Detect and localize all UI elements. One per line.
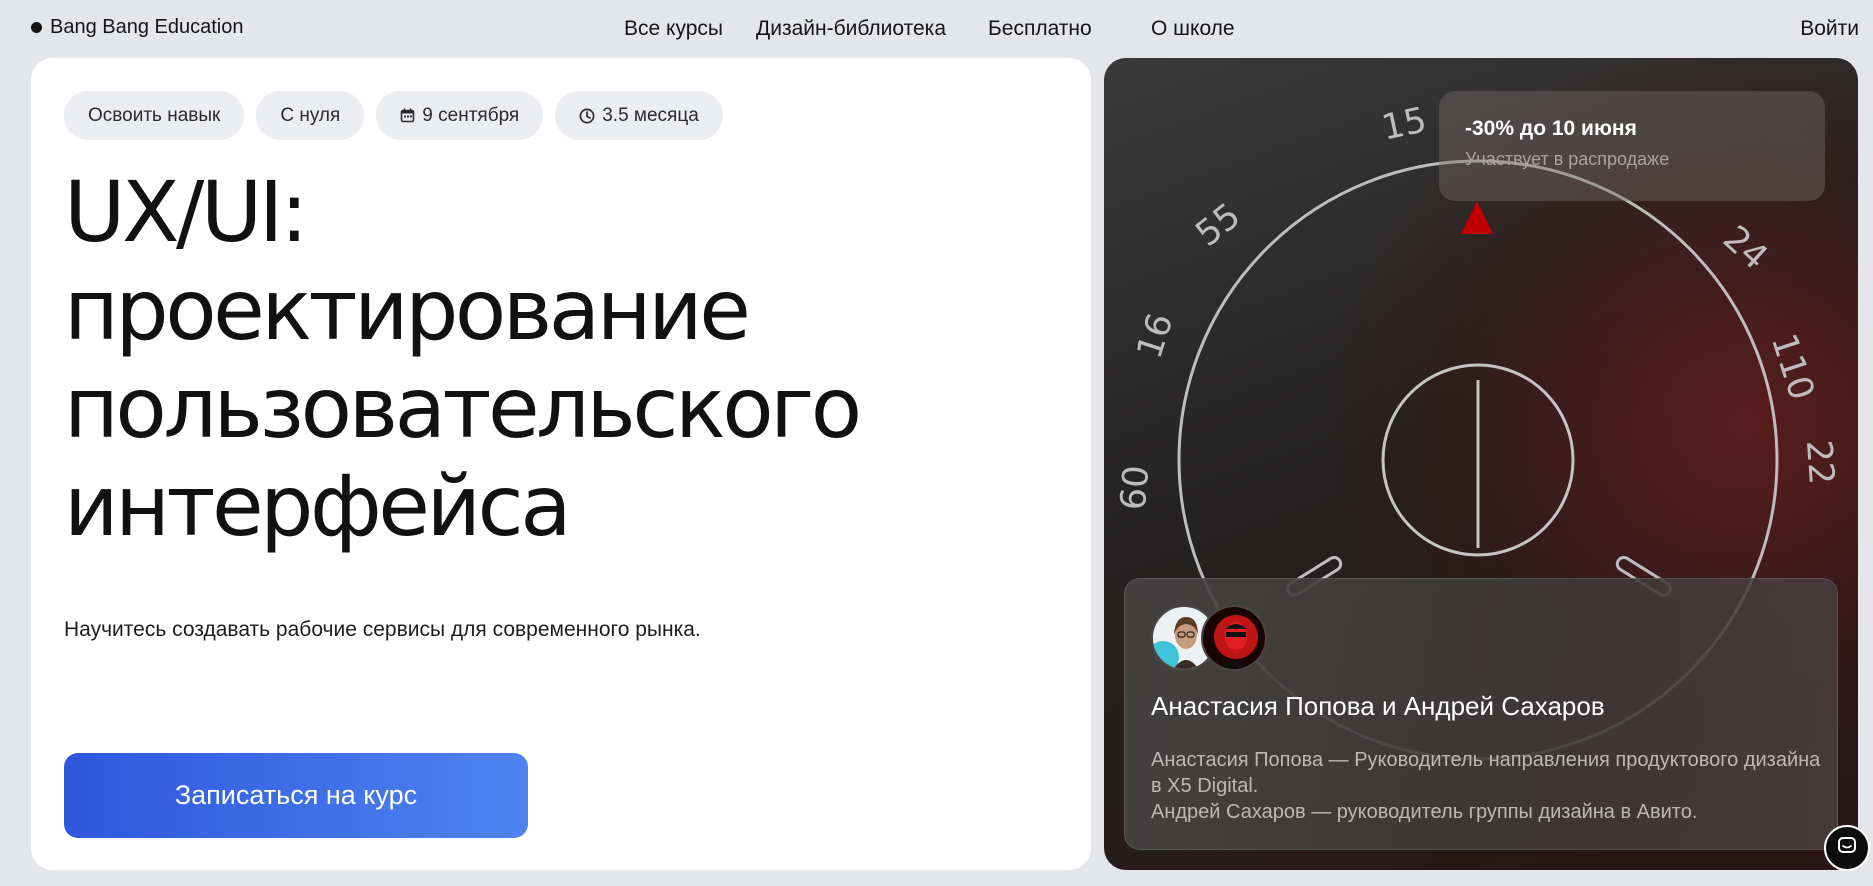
course-title-line: интерфейса — [64, 457, 572, 555]
calendar-icon — [400, 108, 415, 123]
dial-number: 16 — [1130, 309, 1182, 364]
course-title-line: UX/UI: — [64, 163, 308, 261]
author-bio-line: Анастасия Попова — Руководитель направле… — [1151, 749, 1821, 797]
nav-free[interactable]: Бесплатно — [988, 17, 1092, 41]
dial-number: 22 — [1798, 439, 1841, 486]
tag-duration-label: 3.5 месяца — [602, 104, 699, 126]
course-title-line: проектирование — [64, 261, 751, 359]
logo-dot-icon — [31, 22, 42, 33]
dial-number: 24 — [1715, 218, 1775, 278]
dial-marker-triangle — [1461, 201, 1493, 234]
tag-start-date-label: 9 сентября — [422, 104, 520, 126]
nav-design-library[interactable]: Дизайн-библиотека — [756, 17, 946, 41]
dial-number: 55 — [1189, 196, 1249, 255]
tag-level: С нуля — [256, 91, 365, 140]
course-title-line: пользовательского — [64, 359, 862, 457]
enroll-button[interactable]: Записаться на курс — [64, 753, 528, 838]
course-title: UX/UI: проектирование пользовательского … — [64, 163, 1074, 555]
sale-subtitle: Участвует в распродаже — [1465, 149, 1670, 169]
authors-names: Анастасия Попова и Андрей Сахаров — [1151, 691, 1605, 721]
nav-about-school[interactable]: О школе — [1151, 17, 1235, 41]
author-avatars — [1151, 605, 1269, 673]
logo-text: Bang Bang Education — [50, 16, 244, 38]
avatar — [1201, 605, 1267, 671]
nav-all-courses[interactable]: Все курсы — [624, 17, 723, 41]
chat-icon — [1837, 836, 1857, 861]
course-promo-card: 15 55 24 16 110 60 22 -30% до 10 июня Уч… — [1104, 58, 1858, 870]
tag-level-label: С нуля — [280, 104, 341, 126]
sale-badge: -30% до 10 июня Участвует в распродаже — [1439, 91, 1825, 201]
sale-title: -30% до 10 июня — [1465, 117, 1637, 140]
course-tags: Освоить навык С нуля 9 сентября 3.5 меся… — [64, 91, 723, 140]
dial-number: 15 — [1378, 100, 1430, 148]
dial-number: 60 — [1114, 464, 1158, 512]
dial-number: 110 — [1763, 329, 1822, 405]
tag-start-date: 9 сентября — [376, 91, 544, 140]
chat-button[interactable] — [1824, 825, 1870, 871]
authors-bio: Анастасия Попова — Руководитель направле… — [1151, 747, 1831, 825]
tag-goal-label: Освоить навык — [88, 104, 221, 126]
author-bio-line: Андрей Сахаров — руководитель группы диз… — [1151, 801, 1698, 823]
tag-goal: Освоить навык — [64, 91, 245, 140]
logo[interactable]: Bang Bang Education — [31, 16, 244, 39]
clock-icon — [579, 108, 595, 124]
authors-panel: Анастасия Попова и Андрей Сахаров Анаста… — [1124, 578, 1838, 850]
login-link[interactable]: Войти — [1800, 17, 1859, 41]
course-info-card: Освоить навык С нуля 9 сентября 3.5 меся… — [31, 58, 1091, 870]
course-subtitle: Научитесь создавать рабочие сервисы для … — [64, 618, 701, 641]
tag-duration: 3.5 месяца — [555, 91, 723, 140]
top-navigation: Bang Bang Education Все курсы Дизайн-биб… — [0, 0, 1873, 58]
